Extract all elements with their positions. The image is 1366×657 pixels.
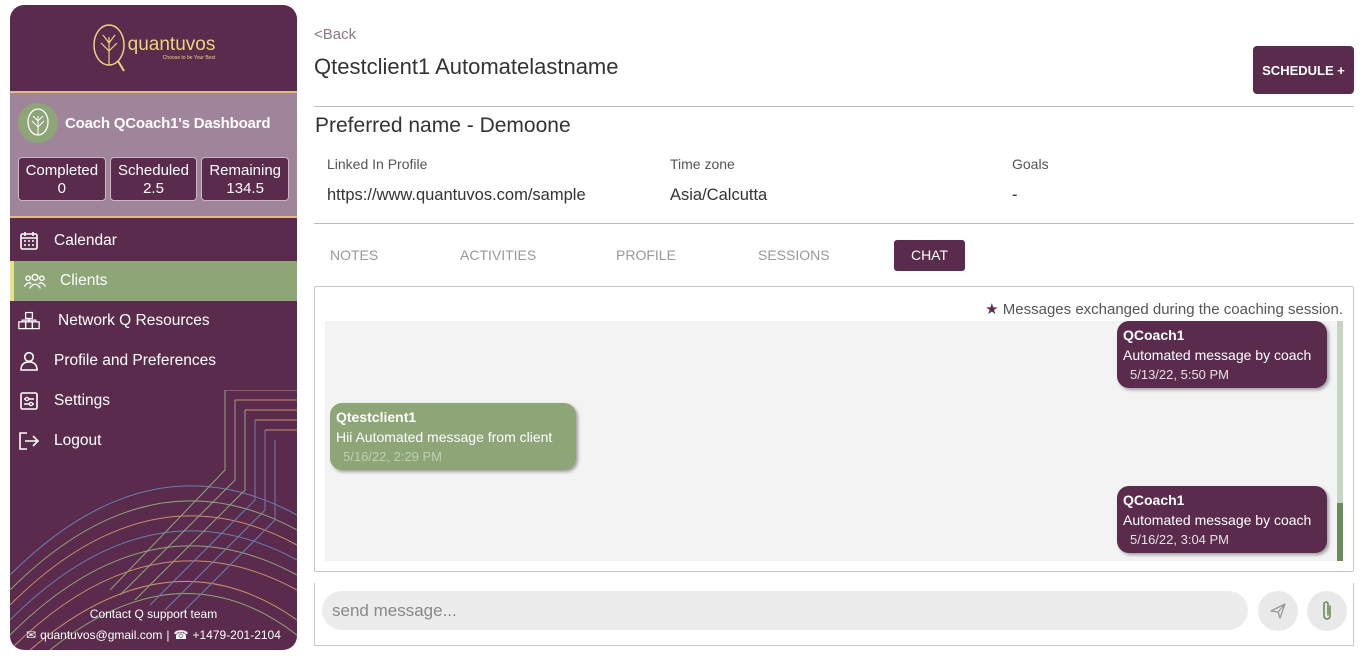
users-icon <box>24 270 46 292</box>
message-list[interactable]: QCoach1 Automated message by coach 5/13/… <box>325 321 1343 561</box>
sidebar-item-calendar[interactable]: Calendar <box>10 221 297 261</box>
calendar-icon <box>18 230 40 252</box>
stat-label: Remaining <box>209 162 282 179</box>
goals-label: Goals <box>1012 156 1049 172</box>
message-composer <box>314 583 1354 646</box>
stat-remaining: Remaining 134.5 <box>201 157 290 201</box>
message-time: 5/16/22, 2:29 PM <box>343 449 443 464</box>
network-icon <box>18 310 40 332</box>
page-title: Qtestclient1 Automatelastname <box>314 54 619 79</box>
linkedin-info: Linked In Profile https://www.quantuvos.… <box>327 156 586 205</box>
message-time: 5/16/22, 3:04 PM <box>1130 532 1230 547</box>
tab-notes[interactable]: NOTES <box>330 240 378 271</box>
sidebar-item-logout[interactable]: Logout <box>10 421 297 461</box>
sidebar-item-label: Network Q Resources <box>58 312 210 329</box>
tab-activities[interactable]: ACTIVITIES <box>460 240 536 271</box>
sidebar-item-label: Settings <box>54 392 111 409</box>
scrollbar-thumb[interactable] <box>1337 503 1343 561</box>
stat-label: Completed <box>25 162 99 179</box>
logo-text: quantuvos <box>127 34 216 55</box>
contact-email[interactable]: quantuvos@gmail.com <box>40 628 162 642</box>
stats-row: Completed 0 Scheduled 2.5 Remaining 134.… <box>10 143 297 201</box>
paperclip-icon <box>1323 601 1331 620</box>
coach-dashboard-title: Coach QCoach1's Dashboard <box>65 114 271 132</box>
preferred-name: Preferred name - Demoone <box>315 114 571 137</box>
legend-text: Messages exchanged during the coaching s… <box>1002 301 1343 318</box>
user-icon <box>18 350 40 372</box>
main-content: <Back Qtestclient1 Automatelastname SCHE… <box>314 0 1354 657</box>
tree-icon <box>27 108 49 136</box>
linkedin-value[interactable]: https://www.quantuvos.com/sample <box>327 186 586 205</box>
sidebar-item-clients[interactable]: Clients <box>10 261 297 301</box>
attach-button[interactable] <box>1307 591 1347 631</box>
stat-value: 2.5 <box>143 180 164 197</box>
avatar <box>18 103 58 143</box>
logout-icon <box>18 430 40 452</box>
sidebar-item-label: Logout <box>54 432 102 449</box>
timezone-label: Time zone <box>670 156 735 172</box>
stat-value: 134.5 <box>226 180 264 197</box>
phone-icon: ☎ <box>173 628 189 642</box>
message-text: Automated message by coach <box>1123 347 1312 363</box>
send-button[interactable] <box>1258 591 1298 631</box>
sidebar-nav: Calendar Clients Network Q Resources Pro… <box>10 218 297 461</box>
mail-icon: ✉ <box>26 628 37 642</box>
sidebar-item-network-resources[interactable]: Network Q Resources <box>10 301 297 341</box>
message-time: 5/13/22, 5:50 PM <box>1130 367 1230 382</box>
contact-title: Contact Q support team <box>89 607 218 621</box>
linkedin-label: Linked In Profile <box>327 156 428 172</box>
chat-panel: ★ Messages exchanged during the coaching… <box>314 286 1354 572</box>
message-text: Hii Automated message from client <box>336 429 553 445</box>
goals-value: - <box>1012 186 1018 204</box>
timezone-value: Asia/Calcutta <box>670 186 768 204</box>
chat-legend: ★ Messages exchanged during the coaching… <box>985 300 1343 318</box>
scrollbar[interactable] <box>1337 321 1343 561</box>
timezone-info: Time zone Asia/Calcutta <box>670 156 767 205</box>
settings-icon <box>18 390 40 412</box>
chat-message: Qtestclient1 Hii Automated message from … <box>330 403 576 470</box>
send-icon <box>1270 603 1286 619</box>
divider <box>314 106 1354 107</box>
sidebar-item-label: Calendar <box>54 232 117 249</box>
tab-profile[interactable]: PROFILE <box>616 240 676 271</box>
message-sender: QCoach1 <box>1123 492 1185 508</box>
message-sender: Qtestclient1 <box>336 409 417 425</box>
stat-completed: Completed 0 <box>18 157 106 201</box>
message-input[interactable] <box>322 591 1248 630</box>
stat-label: Scheduled <box>118 162 189 179</box>
logo-tagline: Choose to be Your Best <box>162 55 216 61</box>
client-tabs: NOTES ACTIVITIES PROFILE SESSIONS CHAT <box>314 240 1014 271</box>
schedule-button[interactable]: SCHEDULE + <box>1253 46 1354 94</box>
message-sender: QCoach1 <box>1123 327 1185 343</box>
tab-chat[interactable]: CHAT <box>894 240 965 271</box>
sidebar-item-profile-preferences[interactable]: Profile and Preferences <box>10 341 297 381</box>
stat-value: 0 <box>57 180 66 197</box>
divider: | <box>166 628 170 642</box>
logo-area: quantuvos Choose to be Your Best <box>10 5 297 93</box>
chat-message: QCoach1 Automated message by coach 5/16/… <box>1117 486 1327 553</box>
back-link[interactable]: <Back <box>314 26 356 43</box>
stat-scheduled: Scheduled 2.5 <box>109 157 198 201</box>
tab-sessions[interactable]: SESSIONS <box>758 240 830 271</box>
sidebar-item-label: Profile and Preferences <box>54 352 216 369</box>
logo: quantuvos Choose to be Your Best <box>92 23 216 73</box>
contact-phone[interactable]: +1479-201-2104 <box>192 628 280 642</box>
divider <box>314 223 1354 224</box>
sidebar-item-settings[interactable]: Settings <box>10 381 297 421</box>
coach-dashboard-panel: Coach QCoach1's Dashboard Completed 0 Sc… <box>10 93 297 218</box>
star-icon: ★ <box>985 301 999 318</box>
chat-message: QCoach1 Automated message by coach 5/13/… <box>1117 321 1327 388</box>
logo-icon <box>92 24 125 72</box>
goals-info: Goals - <box>1012 156 1049 205</box>
message-text: Automated message by coach <box>1123 512 1312 528</box>
sidebar-item-label: Clients <box>60 272 108 289</box>
sidebar: quantuvos Choose to be Your Best Coach Q… <box>10 5 297 650</box>
contact-support: Contact Q support team ✉ quantuvos@gmail… <box>10 607 297 642</box>
